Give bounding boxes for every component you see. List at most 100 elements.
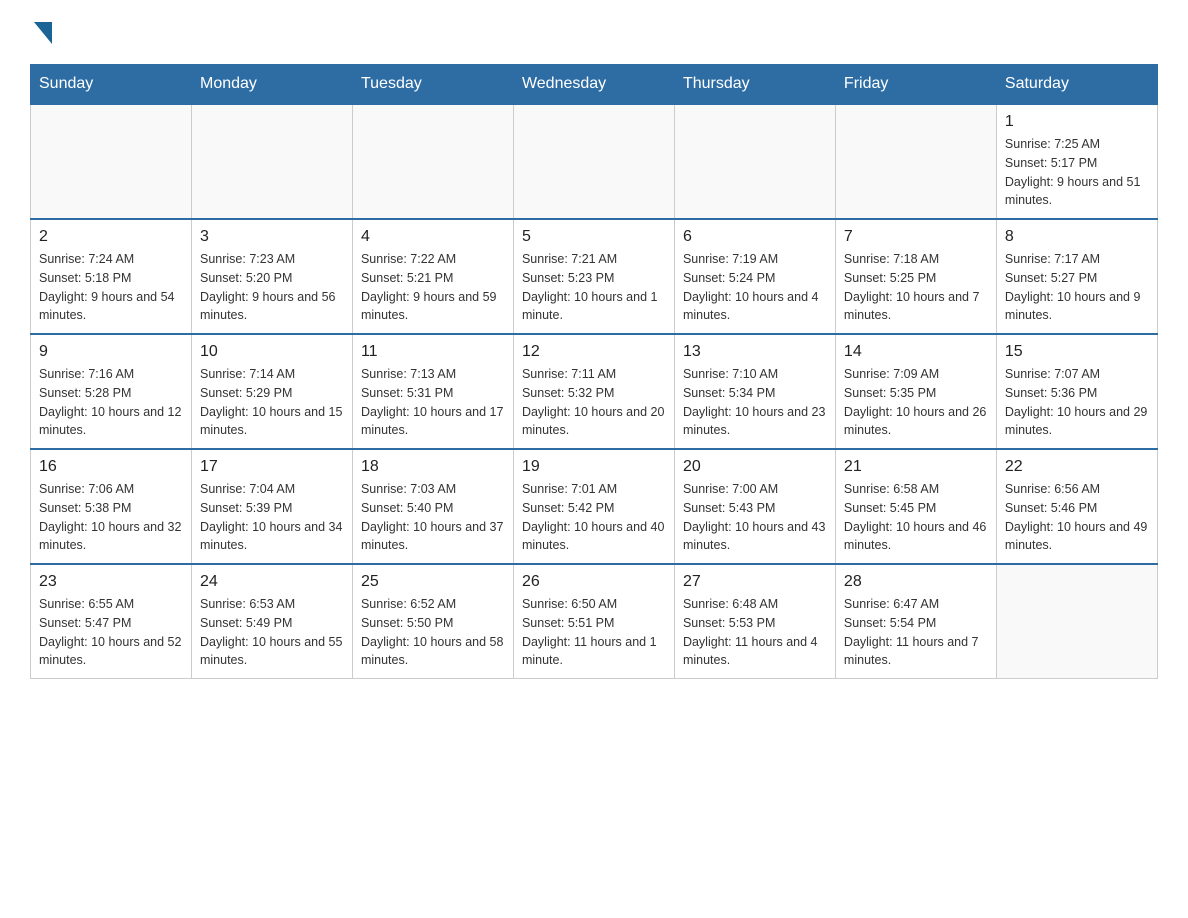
- calendar-cell: 9 Sunrise: 7:16 AM Sunset: 5:28 PM Daylig…: [31, 334, 192, 449]
- day-info: Sunrise: 6:50 AM Sunset: 5:51 PM Dayligh…: [522, 595, 666, 670]
- calendar-week-row: 9 Sunrise: 7:16 AM Sunset: 5:28 PM Daylig…: [31, 334, 1158, 449]
- calendar-cell: 6Sunrise: 7:19 AM Sunset: 5:24 PM Daylig…: [674, 219, 835, 334]
- calendar-cell: 23 Sunrise: 6:55 AM Sunset: 5:47 PM Dayli…: [31, 564, 192, 679]
- day-info: Sunrise: 7:19 AM Sunset: 5:24 PM Dayligh…: [683, 250, 827, 325]
- day-info: Sunrise: 6:48 AM Sunset: 5:53 PM Dayligh…: [683, 595, 827, 670]
- calendar-week-row: 1 Sunrise: 7:25 AM Sunset: 5:17 PM Daylig…: [31, 104, 1158, 219]
- day-number: 5: [522, 228, 666, 246]
- day-number: 24: [200, 573, 344, 591]
- day-info: Sunrise: 7:25 AM Sunset: 5:17 PM Dayligh…: [1005, 135, 1149, 210]
- calendar-cell: 28 Sunrise: 6:47 AM Sunset: 5:54 PM Dayli…: [835, 564, 996, 679]
- day-number: 20: [683, 458, 827, 476]
- day-info: Sunrise: 6:58 AM Sunset: 5:45 PM Dayligh…: [844, 480, 988, 555]
- calendar-cell: 21 Sunrise: 6:58 AM Sunset: 5:45 PM Dayli…: [835, 449, 996, 564]
- page-header: [30, 20, 1158, 44]
- day-number: 9: [39, 343, 183, 361]
- calendar-cell: 5 Sunrise: 7:21 AM Sunset: 5:23 PM Daylig…: [513, 219, 674, 334]
- calendar-cell: 20 Sunrise: 7:00 AM Sunset: 5:43 PM Dayli…: [674, 449, 835, 564]
- day-info: Sunrise: 7:00 AM Sunset: 5:43 PM Dayligh…: [683, 480, 827, 555]
- day-info: Sunrise: 6:52 AM Sunset: 5:50 PM Dayligh…: [361, 595, 505, 670]
- day-number: 21: [844, 458, 988, 476]
- day-info: Sunrise: 7:24 AM Sunset: 5:18 PM Dayligh…: [39, 250, 183, 325]
- day-info: Sunrise: 7:06 AM Sunset: 5:38 PM Dayligh…: [39, 480, 183, 555]
- day-info: Sunrise: 7:01 AM Sunset: 5:42 PM Dayligh…: [522, 480, 666, 555]
- day-number: 18: [361, 458, 505, 476]
- day-info: Sunrise: 7:18 AM Sunset: 5:25 PM Dayligh…: [844, 250, 988, 325]
- day-number: 22: [1005, 458, 1149, 476]
- day-info: Sunrise: 7:22 AM Sunset: 5:21 PM Dayligh…: [361, 250, 505, 325]
- day-number: 2: [39, 228, 183, 246]
- weekday-header-friday: Friday: [835, 65, 996, 105]
- calendar-cell: [674, 104, 835, 219]
- logo-triangle-icon: [34, 22, 52, 44]
- calendar-cell: 10 Sunrise: 7:14 AM Sunset: 5:29 PM Dayli…: [191, 334, 352, 449]
- day-info: Sunrise: 7:16 AM Sunset: 5:28 PM Dayligh…: [39, 365, 183, 440]
- day-number: 15: [1005, 343, 1149, 361]
- day-number: 26: [522, 573, 666, 591]
- calendar-cell: [513, 104, 674, 219]
- calendar-week-row: 23 Sunrise: 6:55 AM Sunset: 5:47 PM Dayli…: [31, 564, 1158, 679]
- weekday-header-row: SundayMondayTuesdayWednesdayThursdayFrid…: [31, 65, 1158, 105]
- calendar-cell: 25 Sunrise: 6:52 AM Sunset: 5:50 PM Dayli…: [352, 564, 513, 679]
- calendar-cell: 8 Sunrise: 7:17 AM Sunset: 5:27 PM Daylig…: [996, 219, 1157, 334]
- calendar-cell: 1 Sunrise: 7:25 AM Sunset: 5:17 PM Daylig…: [996, 104, 1157, 219]
- day-info: Sunrise: 7:23 AM Sunset: 5:20 PM Dayligh…: [200, 250, 344, 325]
- day-number: 27: [683, 573, 827, 591]
- day-number: 8: [1005, 228, 1149, 246]
- day-number: 10: [200, 343, 344, 361]
- calendar-week-row: 16 Sunrise: 7:06 AM Sunset: 5:38 PM Dayli…: [31, 449, 1158, 564]
- day-info: Sunrise: 7:14 AM Sunset: 5:29 PM Dayligh…: [200, 365, 344, 440]
- day-info: Sunrise: 7:09 AM Sunset: 5:35 PM Dayligh…: [844, 365, 988, 440]
- day-number: 3: [200, 228, 344, 246]
- day-info: Sunrise: 6:47 AM Sunset: 5:54 PM Dayligh…: [844, 595, 988, 670]
- day-info: Sunrise: 7:11 AM Sunset: 5:32 PM Dayligh…: [522, 365, 666, 440]
- day-number: 28: [844, 573, 988, 591]
- weekday-header-thursday: Thursday: [674, 65, 835, 105]
- day-info: Sunrise: 7:21 AM Sunset: 5:23 PM Dayligh…: [522, 250, 666, 325]
- day-number: 25: [361, 573, 505, 591]
- weekday-header-sunday: Sunday: [31, 65, 192, 105]
- day-number: 4: [361, 228, 505, 246]
- day-info: Sunrise: 7:03 AM Sunset: 5:40 PM Dayligh…: [361, 480, 505, 555]
- day-number: 19: [522, 458, 666, 476]
- calendar-cell: 26 Sunrise: 6:50 AM Sunset: 5:51 PM Dayli…: [513, 564, 674, 679]
- day-info: Sunrise: 7:13 AM Sunset: 5:31 PM Dayligh…: [361, 365, 505, 440]
- calendar-cell: 17Sunrise: 7:04 AM Sunset: 5:39 PM Dayli…: [191, 449, 352, 564]
- calendar-cell: [191, 104, 352, 219]
- calendar-cell: 12Sunrise: 7:11 AM Sunset: 5:32 PM Dayli…: [513, 334, 674, 449]
- day-info: Sunrise: 7:07 AM Sunset: 5:36 PM Dayligh…: [1005, 365, 1149, 440]
- weekday-header-wednesday: Wednesday: [513, 65, 674, 105]
- calendar-cell: 13 Sunrise: 7:10 AM Sunset: 5:34 PM Dayli…: [674, 334, 835, 449]
- day-number: 1: [1005, 113, 1149, 131]
- calendar-cell: 22 Sunrise: 6:56 AM Sunset: 5:46 PM Dayli…: [996, 449, 1157, 564]
- calendar-cell: 11 Sunrise: 7:13 AM Sunset: 5:31 PM Dayli…: [352, 334, 513, 449]
- day-number: 23: [39, 573, 183, 591]
- day-info: Sunrise: 6:56 AM Sunset: 5:46 PM Dayligh…: [1005, 480, 1149, 555]
- weekday-header-saturday: Saturday: [996, 65, 1157, 105]
- calendar-cell: 15 Sunrise: 7:07 AM Sunset: 5:36 PM Dayli…: [996, 334, 1157, 449]
- day-number: 17: [200, 458, 344, 476]
- day-info: Sunrise: 6:55 AM Sunset: 5:47 PM Dayligh…: [39, 595, 183, 670]
- calendar-cell: 27 Sunrise: 6:48 AM Sunset: 5:53 PM Dayli…: [674, 564, 835, 679]
- logo: [30, 20, 52, 44]
- weekday-header-monday: Monday: [191, 65, 352, 105]
- calendar-cell: 24 Sunrise: 6:53 AM Sunset: 5:49 PM Dayli…: [191, 564, 352, 679]
- day-number: 11: [361, 343, 505, 361]
- day-number: 14: [844, 343, 988, 361]
- day-number: 16: [39, 458, 183, 476]
- calendar-cell: 3 Sunrise: 7:23 AM Sunset: 5:20 PM Daylig…: [191, 219, 352, 334]
- calendar-cell: 7 Sunrise: 7:18 AM Sunset: 5:25 PM Daylig…: [835, 219, 996, 334]
- calendar-cell: 2 Sunrise: 7:24 AM Sunset: 5:18 PM Daylig…: [31, 219, 192, 334]
- calendar-cell: [352, 104, 513, 219]
- day-info: Sunrise: 6:53 AM Sunset: 5:49 PM Dayligh…: [200, 595, 344, 670]
- calendar-cell: 14 Sunrise: 7:09 AM Sunset: 5:35 PM Dayli…: [835, 334, 996, 449]
- calendar-cell: [996, 564, 1157, 679]
- day-number: 7: [844, 228, 988, 246]
- day-info: Sunrise: 7:10 AM Sunset: 5:34 PM Dayligh…: [683, 365, 827, 440]
- calendar-table: SundayMondayTuesdayWednesdayThursdayFrid…: [30, 64, 1158, 679]
- day-info: Sunrise: 7:17 AM Sunset: 5:27 PM Dayligh…: [1005, 250, 1149, 325]
- calendar-cell: [31, 104, 192, 219]
- day-number: 13: [683, 343, 827, 361]
- calendar-cell: 19 Sunrise: 7:01 AM Sunset: 5:42 PM Dayli…: [513, 449, 674, 564]
- calendar-cell: [835, 104, 996, 219]
